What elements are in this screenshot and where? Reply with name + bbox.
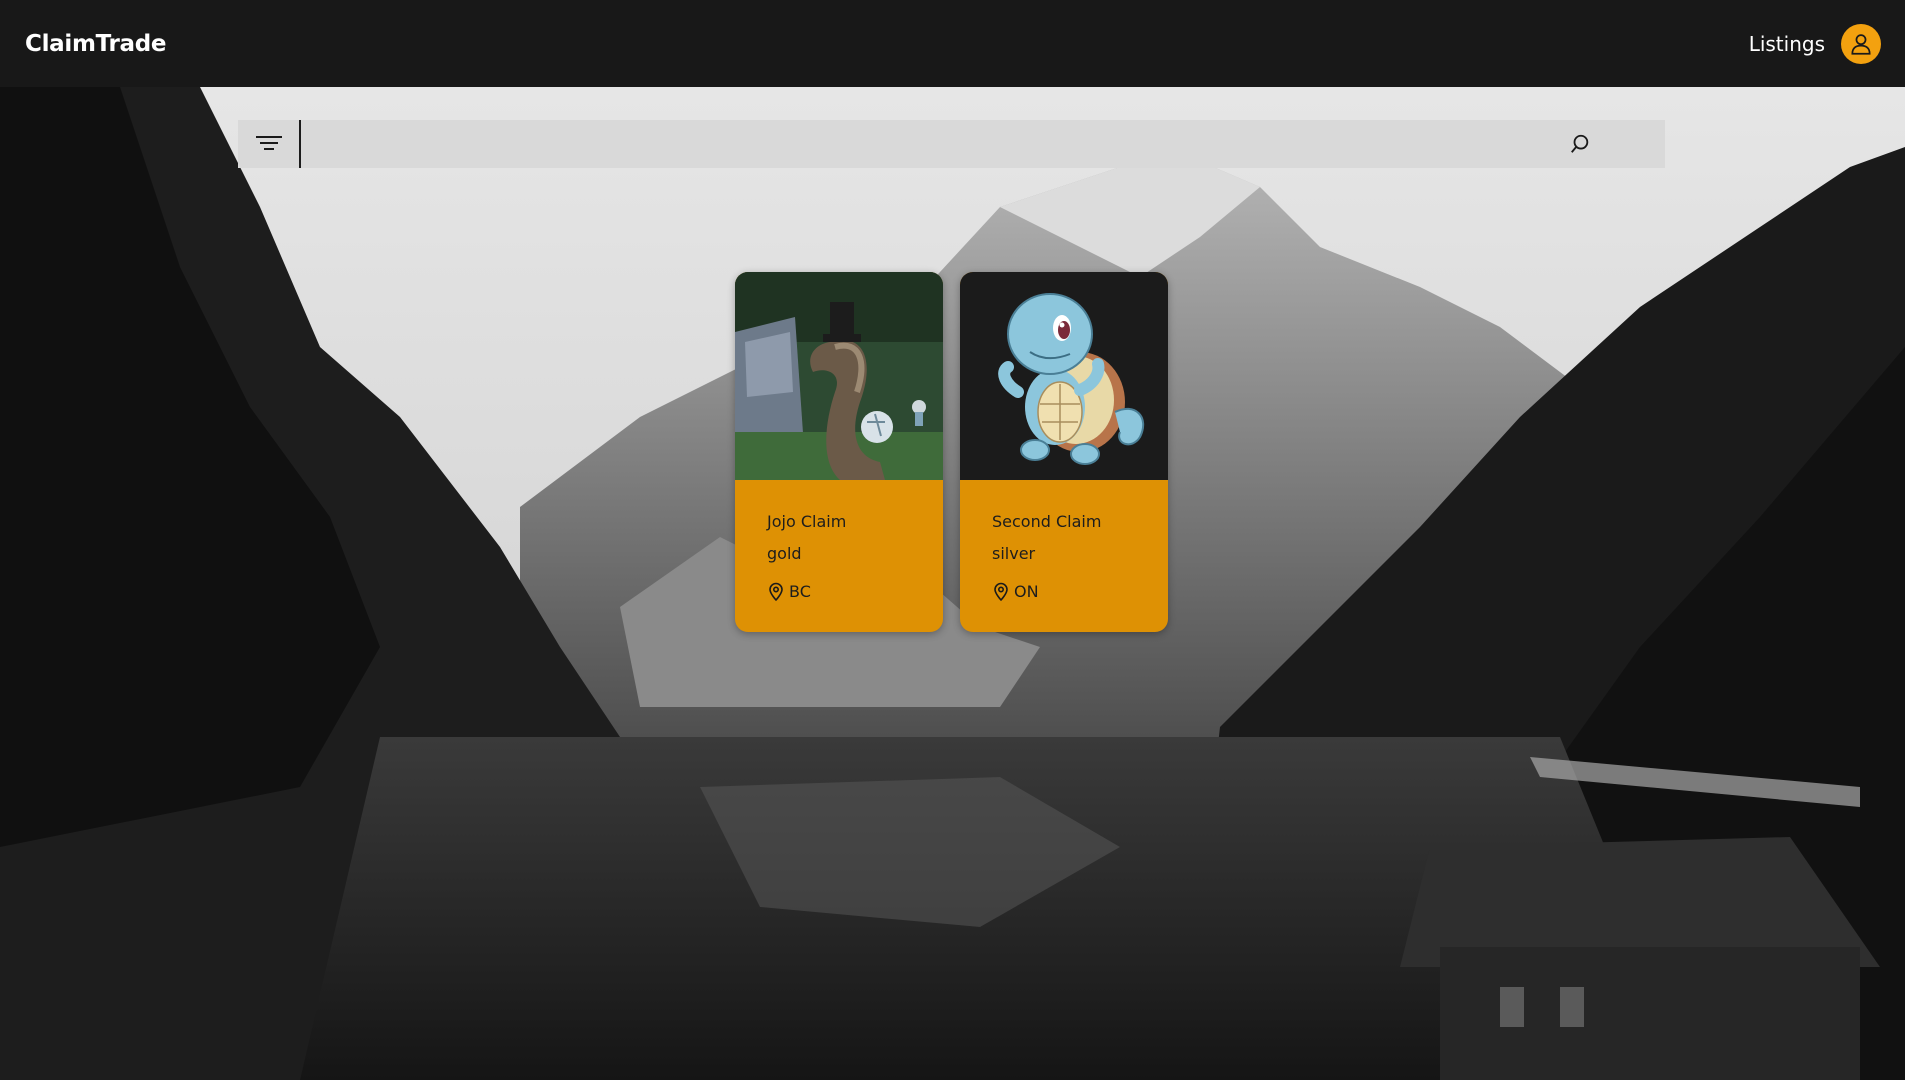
listing-region: BC — [789, 582, 811, 601]
listing-region: ON — [1014, 582, 1039, 601]
user-avatar-button[interactable] — [1841, 23, 1881, 64]
listing-tier: gold — [767, 544, 802, 563]
listing-location: BC — [767, 576, 943, 608]
nav-listings-link[interactable]: Listings — [1749, 32, 1825, 56]
listings-grid: Jojo Claim gold BC Second Claim silver O… — [735, 272, 1168, 632]
listing-card[interactable]: Second Claim silver ON — [960, 272, 1168, 632]
listing-card-body: Jojo Claim gold BC — [735, 480, 943, 608]
location-pin-icon — [994, 582, 1008, 602]
listing-tier: silver — [992, 544, 1036, 563]
filter-button[interactable] — [238, 120, 301, 168]
listing-title: Jojo Claim — [767, 512, 847, 531]
search-button[interactable] — [1535, 120, 1665, 168]
search-bar — [238, 120, 1665, 168]
listing-location: ON — [992, 576, 1168, 608]
nav-right: Listings — [1749, 23, 1881, 64]
listing-card[interactable]: Jojo Claim gold BC — [735, 272, 943, 632]
search-icon — [1571, 134, 1589, 153]
search-input[interactable] — [301, 120, 1535, 168]
user-icon — [1851, 33, 1871, 55]
worm-character-image — [735, 272, 943, 480]
listing-title: Second Claim — [992, 512, 1102, 531]
filter-icon — [255, 136, 282, 150]
top-navbar: ClaimTrade Listings — [0, 0, 1905, 87]
brand-logo[interactable]: ClaimTrade — [25, 31, 167, 57]
squirtle-image — [960, 272, 1168, 480]
listing-card-body: Second Claim silver ON — [960, 480, 1168, 608]
location-pin-icon — [769, 582, 783, 602]
